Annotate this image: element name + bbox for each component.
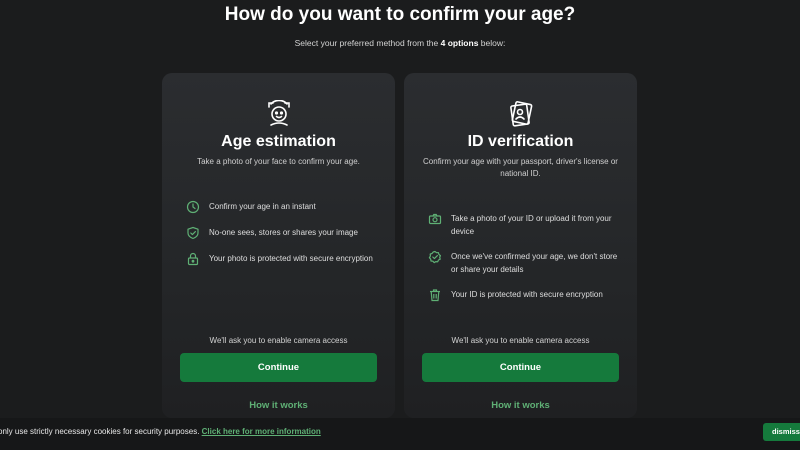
how-it-works-link[interactable]: How it works [162,400,395,411]
continue-button[interactable]: Continue [180,353,377,382]
subtitle-suffix: below: [478,38,506,48]
feature-text: Once we've confirmed your age, we don't … [451,252,618,274]
cookie-banner: only use strictly necessary cookies for … [0,418,800,450]
feature-text: Your photo is protected with secure encr… [209,254,373,263]
continue-button[interactable]: Continue [422,353,619,382]
camera-icon [428,213,442,225]
card-description: Take a photo of your face to confirm you… [197,157,360,166]
card-description: Confirm your age with your passport, dri… [423,157,618,178]
id-verification-card: ID verification Confirm your age with yo… [404,73,637,418]
feature-item: Take a photo of your ID or upload it fro… [428,213,623,238]
feature-item: Your ID is protected with secure encrypt… [428,289,623,302]
feature-item: Once we've confirmed your age, we don't … [428,250,623,276]
subtitle-prefix: Select your preferred method from the [294,38,441,48]
lock-icon [187,252,199,266]
feature-list: Confirm your age in an instant No-one se… [186,200,381,266]
feature-item: Confirm your age in an instant [186,200,381,214]
face-scan-icon [162,100,395,128]
camera-access-note: We'll ask you to enable camera access [451,336,590,345]
feature-text: Your ID is protected with secure encrypt… [451,290,603,299]
dismiss-button[interactable]: dismiss [763,423,800,441]
feature-text: No-one sees, stores or shares your image [209,228,358,237]
age-estimation-card: Age estimation Take a photo of your face… [162,73,395,418]
shield-check-icon [187,226,199,240]
camera-access-note: We'll ask you to enable camera access [209,336,348,345]
page-subtitle: Select your preferred method from the 4 … [0,38,800,48]
feature-item: No-one sees, stores or shares your image [186,226,381,240]
id-card-icon [404,100,637,128]
cookie-message: only use strictly necessary cookies for … [0,427,202,436]
badge-check-icon [428,250,441,264]
card-title: ID verification [467,133,574,150]
card-title: Age estimation [221,133,336,150]
clock-icon [186,200,200,214]
cookie-text: only use strictly necessary cookies for … [0,427,321,436]
trash-icon [430,289,440,302]
how-it-works-link[interactable]: How it works [404,400,637,411]
options-count: 4 options [440,38,479,48]
feature-list: Take a photo of your ID or upload it fro… [428,213,623,302]
cookie-info-link[interactable]: Click here for more information [202,427,321,436]
feature-text: Take a photo of your ID or upload it fro… [451,214,612,236]
feature-item: Your photo is protected with secure encr… [186,252,381,266]
page-title: How do you want to confirm your age? [224,4,576,25]
feature-text: Confirm your age in an instant [209,202,316,211]
